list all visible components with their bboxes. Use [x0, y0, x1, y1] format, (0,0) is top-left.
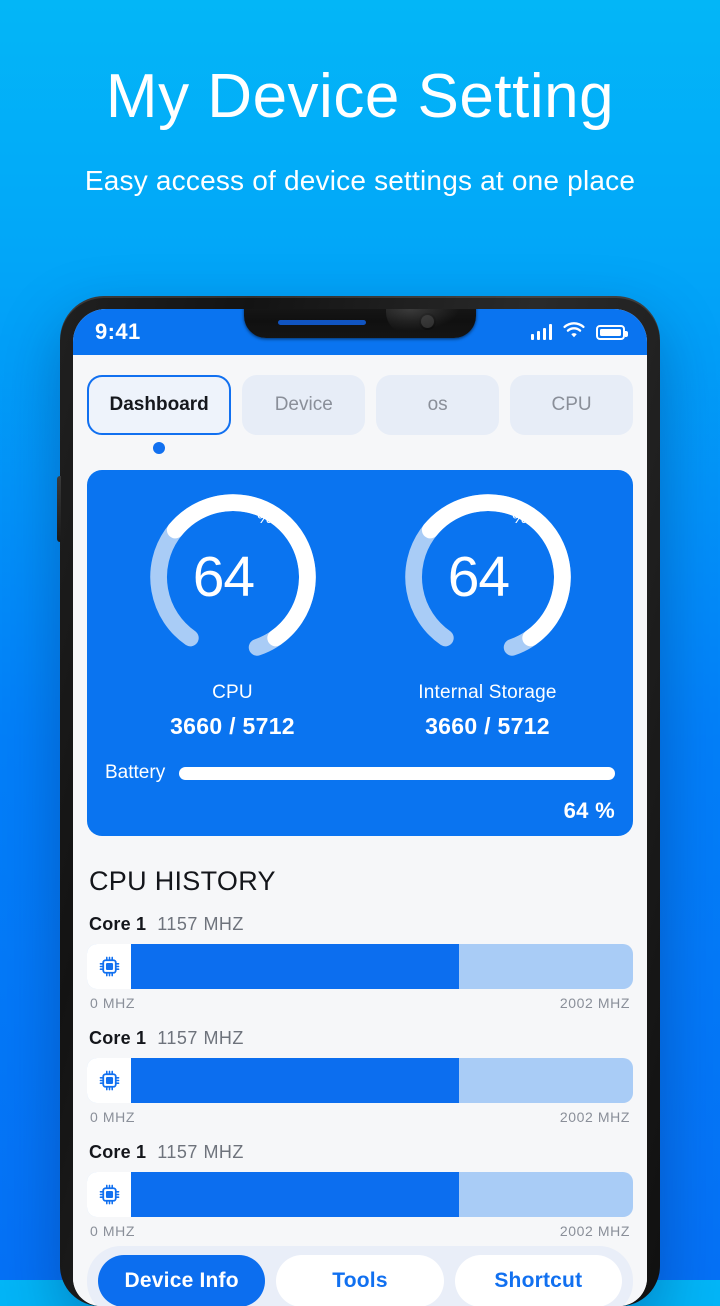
core-progress-bar — [87, 944, 633, 989]
core-scale: 0 MHZ 2002 MHZ — [87, 995, 633, 1011]
tab-cpu-label: CPU — [551, 394, 592, 415]
tab-device-label: Device — [274, 394, 333, 415]
tab-dashboard-label: Dashboard — [109, 394, 209, 415]
gauge-storage-dial: 64 % — [395, 484, 581, 670]
gauge-storage-label: Internal Storage — [418, 682, 557, 703]
core-scale: 0 MHZ 2002 MHZ — [87, 1109, 633, 1125]
earpiece-speaker-icon — [278, 320, 366, 325]
battery-progress-track — [179, 766, 615, 780]
core-scale-max: 2002 MHZ — [559, 995, 630, 1011]
core-scale-max: 2002 MHZ — [559, 1223, 630, 1239]
core-scale-min: 0 MHZ — [90, 1109, 135, 1125]
battery-label: Battery — [105, 762, 166, 783]
gauge-cpu-value: 64 — [192, 544, 255, 609]
nav-device-info-button[interactable]: Device Info — [98, 1255, 266, 1306]
tab-bar: Dashboard Device os CPU — [73, 355, 647, 435]
nav-device-info-label: Device Info — [124, 1269, 239, 1292]
core-header: Core 1 1157 MHZ — [87, 914, 633, 935]
tab-os[interactable]: os — [376, 375, 500, 435]
nav-shortcut-label: Shortcut — [494, 1269, 583, 1292]
cpu-chip-icon — [87, 1058, 131, 1103]
gauges-row: 64 % CPU 3660 / 5712 64 % Internal Stora… — [105, 484, 615, 740]
gauge-cpu-label: CPU — [212, 682, 253, 703]
tab-dashboard[interactable]: Dashboard — [87, 375, 232, 435]
core-name: Core 1 — [89, 914, 147, 934]
core-name: Core 1 — [89, 1028, 147, 1048]
cpu-chip-icon — [87, 1172, 131, 1217]
promo-header: My Device Setting Easy access of device … — [0, 0, 720, 201]
gauge-cpu-unit: % — [257, 508, 273, 527]
status-time: 9:41 — [95, 319, 141, 344]
core-scale: 0 MHZ 2002 MHZ — [87, 1223, 633, 1239]
core-scale-min: 0 MHZ — [90, 1223, 135, 1239]
cpu-chip-icon — [87, 944, 131, 989]
status-icons — [530, 321, 628, 343]
battery-row: Battery — [105, 762, 615, 784]
core-header: Core 1 1157 MHZ — [87, 1142, 633, 1163]
signal-bars-icon — [530, 324, 552, 340]
tab-device[interactable]: Device — [242, 375, 366, 435]
core-frequency: 1157 MHZ — [157, 914, 244, 934]
core-progress-fill — [131, 1058, 459, 1103]
core-scale-min: 0 MHZ — [90, 995, 135, 1011]
nav-shortcut-button[interactable]: Shortcut — [454, 1255, 622, 1306]
core-progress-bar — [87, 1172, 633, 1217]
gauge-storage-detail: 3660 / 5712 — [425, 713, 550, 739]
gauge-storage: 64 % Internal Storage 3660 / 5712 — [360, 484, 615, 740]
battery-percent-value: 64 % — [563, 798, 615, 823]
app-content: Dashboard Device os CPU 64 % CPU 3660 / … — [73, 355, 647, 1306]
gauge-storage-value: 64 — [447, 544, 510, 609]
gauge-storage-unit: % — [512, 508, 528, 527]
core-row: Core 1 1157 MHZ 0 MHZ 2002 MHZ — [87, 914, 633, 1011]
battery-full-icon — [596, 324, 628, 340]
gauge-storage-value-wrap: 64 % — [395, 484, 581, 670]
notch-gloss — [386, 309, 466, 334]
nav-tools-button[interactable]: Tools — [276, 1255, 444, 1306]
page-title: My Device Setting — [105, 62, 615, 131]
bottom-nav: Device Info Tools Shortcut — [87, 1246, 633, 1306]
core-progress-fill — [131, 1172, 459, 1217]
core-frequency: 1157 MHZ — [157, 1028, 244, 1048]
dashboard-summary-card: 64 % CPU 3660 / 5712 64 % Internal Stora… — [87, 470, 633, 836]
core-frequency: 1157 MHZ — [157, 1142, 244, 1162]
gauge-cpu-dial: 64 % — [140, 484, 326, 670]
core-row: Core 1 1157 MHZ 0 MHZ 2002 MHZ — [87, 1142, 633, 1239]
phone-mockup: 9:41 Dashboard Device os CPU 64 % CPU 36… — [57, 296, 660, 1306]
gauge-cpu: 64 % CPU 3660 / 5712 — [105, 484, 360, 740]
wifi-icon — [563, 321, 585, 343]
core-progress-bar — [87, 1058, 633, 1103]
tab-os-label: os — [427, 394, 448, 415]
core-scale-max: 2002 MHZ — [559, 1109, 630, 1125]
gauge-cpu-value-wrap: 64 % — [140, 484, 326, 670]
tab-cpu[interactable]: CPU — [510, 375, 634, 435]
phone-screen: 9:41 Dashboard Device os CPU 64 % CPU 36… — [73, 309, 647, 1306]
core-row: Core 1 1157 MHZ 0 MHZ 2002 MHZ — [87, 1028, 633, 1125]
core-progress-fill — [131, 944, 459, 989]
core-name: Core 1 — [89, 1142, 147, 1162]
phone-notch — [244, 309, 476, 338]
cpu-history-title: CPU HISTORY — [89, 866, 276, 896]
nav-tools-label: Tools — [332, 1269, 388, 1292]
core-header: Core 1 1157 MHZ — [87, 1028, 633, 1049]
page-subtitle: Easy access of device settings at one pl… — [84, 165, 636, 197]
gauge-cpu-detail: 3660 / 5712 — [170, 713, 295, 739]
